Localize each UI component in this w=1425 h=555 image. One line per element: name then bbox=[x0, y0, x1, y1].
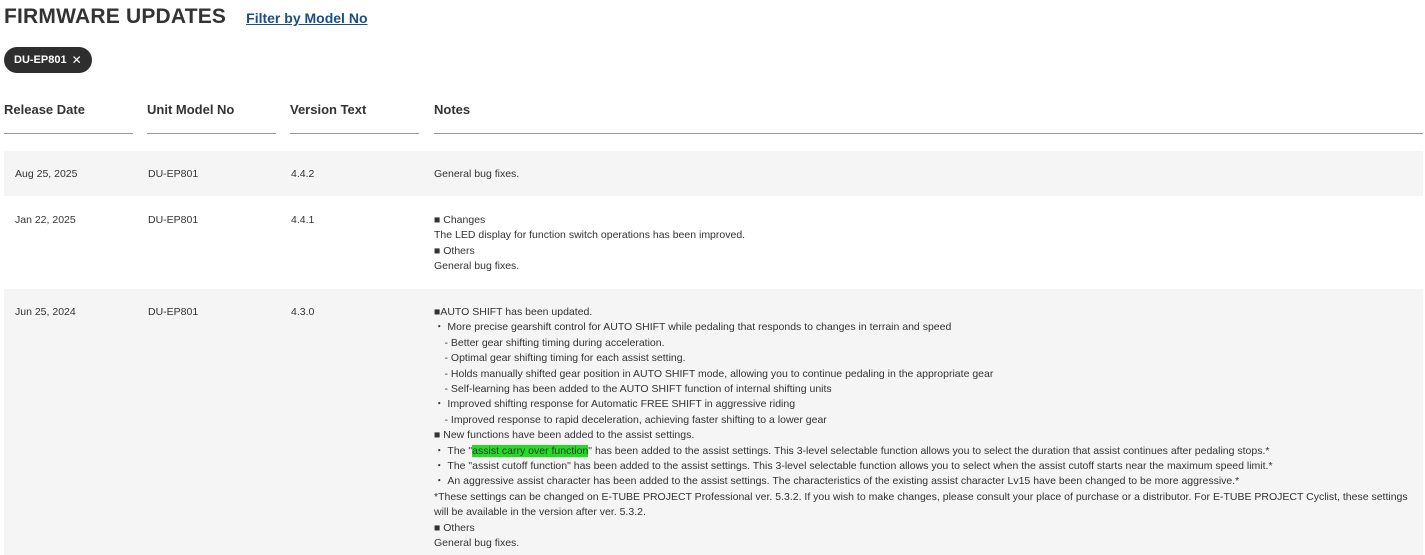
table-row: Jan 22, 2025 DU-EP801 4.4.1 ■ Changes Th… bbox=[4, 197, 1423, 287]
firmware-updates-page: FIRMWARE UPDATES Filter by Model No DU-E… bbox=[0, 0, 1425, 555]
note-line: - Better gear shifting timing during acc… bbox=[434, 336, 665, 349]
note-line: *These settings can be changed on E-TUBE… bbox=[434, 490, 1408, 519]
note-suffix: " has been added to the assist settings.… bbox=[588, 444, 1270, 457]
note-line: - Improved response to rapid deceleratio… bbox=[434, 413, 827, 426]
column-header-release-date[interactable]: Release Date bbox=[4, 102, 133, 134]
column-header-version[interactable]: Version Text bbox=[290, 102, 419, 134]
note-line: General bug fixes. bbox=[434, 168, 520, 180]
note-line: - Holds manually shifted gear position i… bbox=[434, 367, 994, 380]
close-icon[interactable]: ✕ bbox=[72, 54, 82, 66]
note-line: The LED display for function switch oper… bbox=[434, 229, 746, 242]
note-line: ・ More precise gearshift control for AUT… bbox=[434, 321, 952, 334]
note-prefix: ・ The " bbox=[434, 444, 473, 457]
notes-cell: General bug fixes. bbox=[434, 167, 1424, 182]
note-line-highlighted: ・ The "assist carry over function" has b… bbox=[434, 444, 1424, 459]
note-line: ・ An aggressive assist character has bee… bbox=[434, 475, 1240, 488]
version-cell: 4.4.2 bbox=[291, 168, 315, 180]
notes-cell: ■ Changes The LED display for function s… bbox=[434, 213, 1424, 275]
table-row: Jun 25, 2024 DU-EP801 4.3.0 ■AUTO SHIFT … bbox=[4, 289, 1423, 555]
release-date-cell: Aug 25, 2025 bbox=[15, 168, 78, 180]
table-row: Aug 25, 2025 DU-EP801 4.4.2 General bug … bbox=[4, 151, 1423, 196]
column-header-unit-model[interactable]: Unit Model No bbox=[147, 102, 276, 134]
filter-by-model-link[interactable]: Filter by Model No bbox=[246, 10, 367, 26]
release-date-cell: Jan 22, 2025 bbox=[15, 214, 76, 226]
note-line: ■AUTO SHIFT has been updated. bbox=[434, 306, 593, 318]
note-line: ■ New functions have been added to the a… bbox=[434, 429, 695, 442]
note-line: - Optimal gear shifting timing for each … bbox=[434, 352, 686, 365]
note-line: ・ Improved shifting response for Automat… bbox=[434, 398, 796, 411]
highlighted-text: assist carry over function bbox=[472, 444, 589, 457]
notes-cell: ■AUTO SHIFT has been updated. ・ More pre… bbox=[434, 305, 1424, 552]
note-line: - Self-learning has been added to the AU… bbox=[434, 383, 832, 396]
note-line: General bug fixes. bbox=[434, 537, 520, 550]
version-cell: 4.4.1 bbox=[291, 214, 315, 226]
filter-chip-label: DU-EP801 bbox=[14, 54, 67, 66]
page-header: FIRMWARE UPDATES Filter by Model No bbox=[4, 5, 368, 29]
model-cell: DU-EP801 bbox=[148, 214, 199, 226]
release-date-cell: Jun 25, 2024 bbox=[15, 306, 76, 318]
note-line: ■ Changes bbox=[434, 214, 486, 226]
note-line: ■ Others bbox=[434, 521, 475, 534]
model-cell: DU-EP801 bbox=[148, 306, 199, 318]
note-line: ■ Others bbox=[434, 244, 475, 257]
note-line: General bug fixes. bbox=[434, 260, 520, 273]
page-title: FIRMWARE UPDATES bbox=[4, 5, 227, 28]
version-cell: 4.3.0 bbox=[291, 306, 315, 318]
filter-chip[interactable]: DU-EP801 ✕ bbox=[4, 47, 92, 73]
note-line: ・ The "assist cutoff function" has been … bbox=[434, 460, 1273, 473]
column-header-notes[interactable]: Notes bbox=[434, 102, 1423, 134]
model-cell: DU-EP801 bbox=[148, 168, 199, 180]
